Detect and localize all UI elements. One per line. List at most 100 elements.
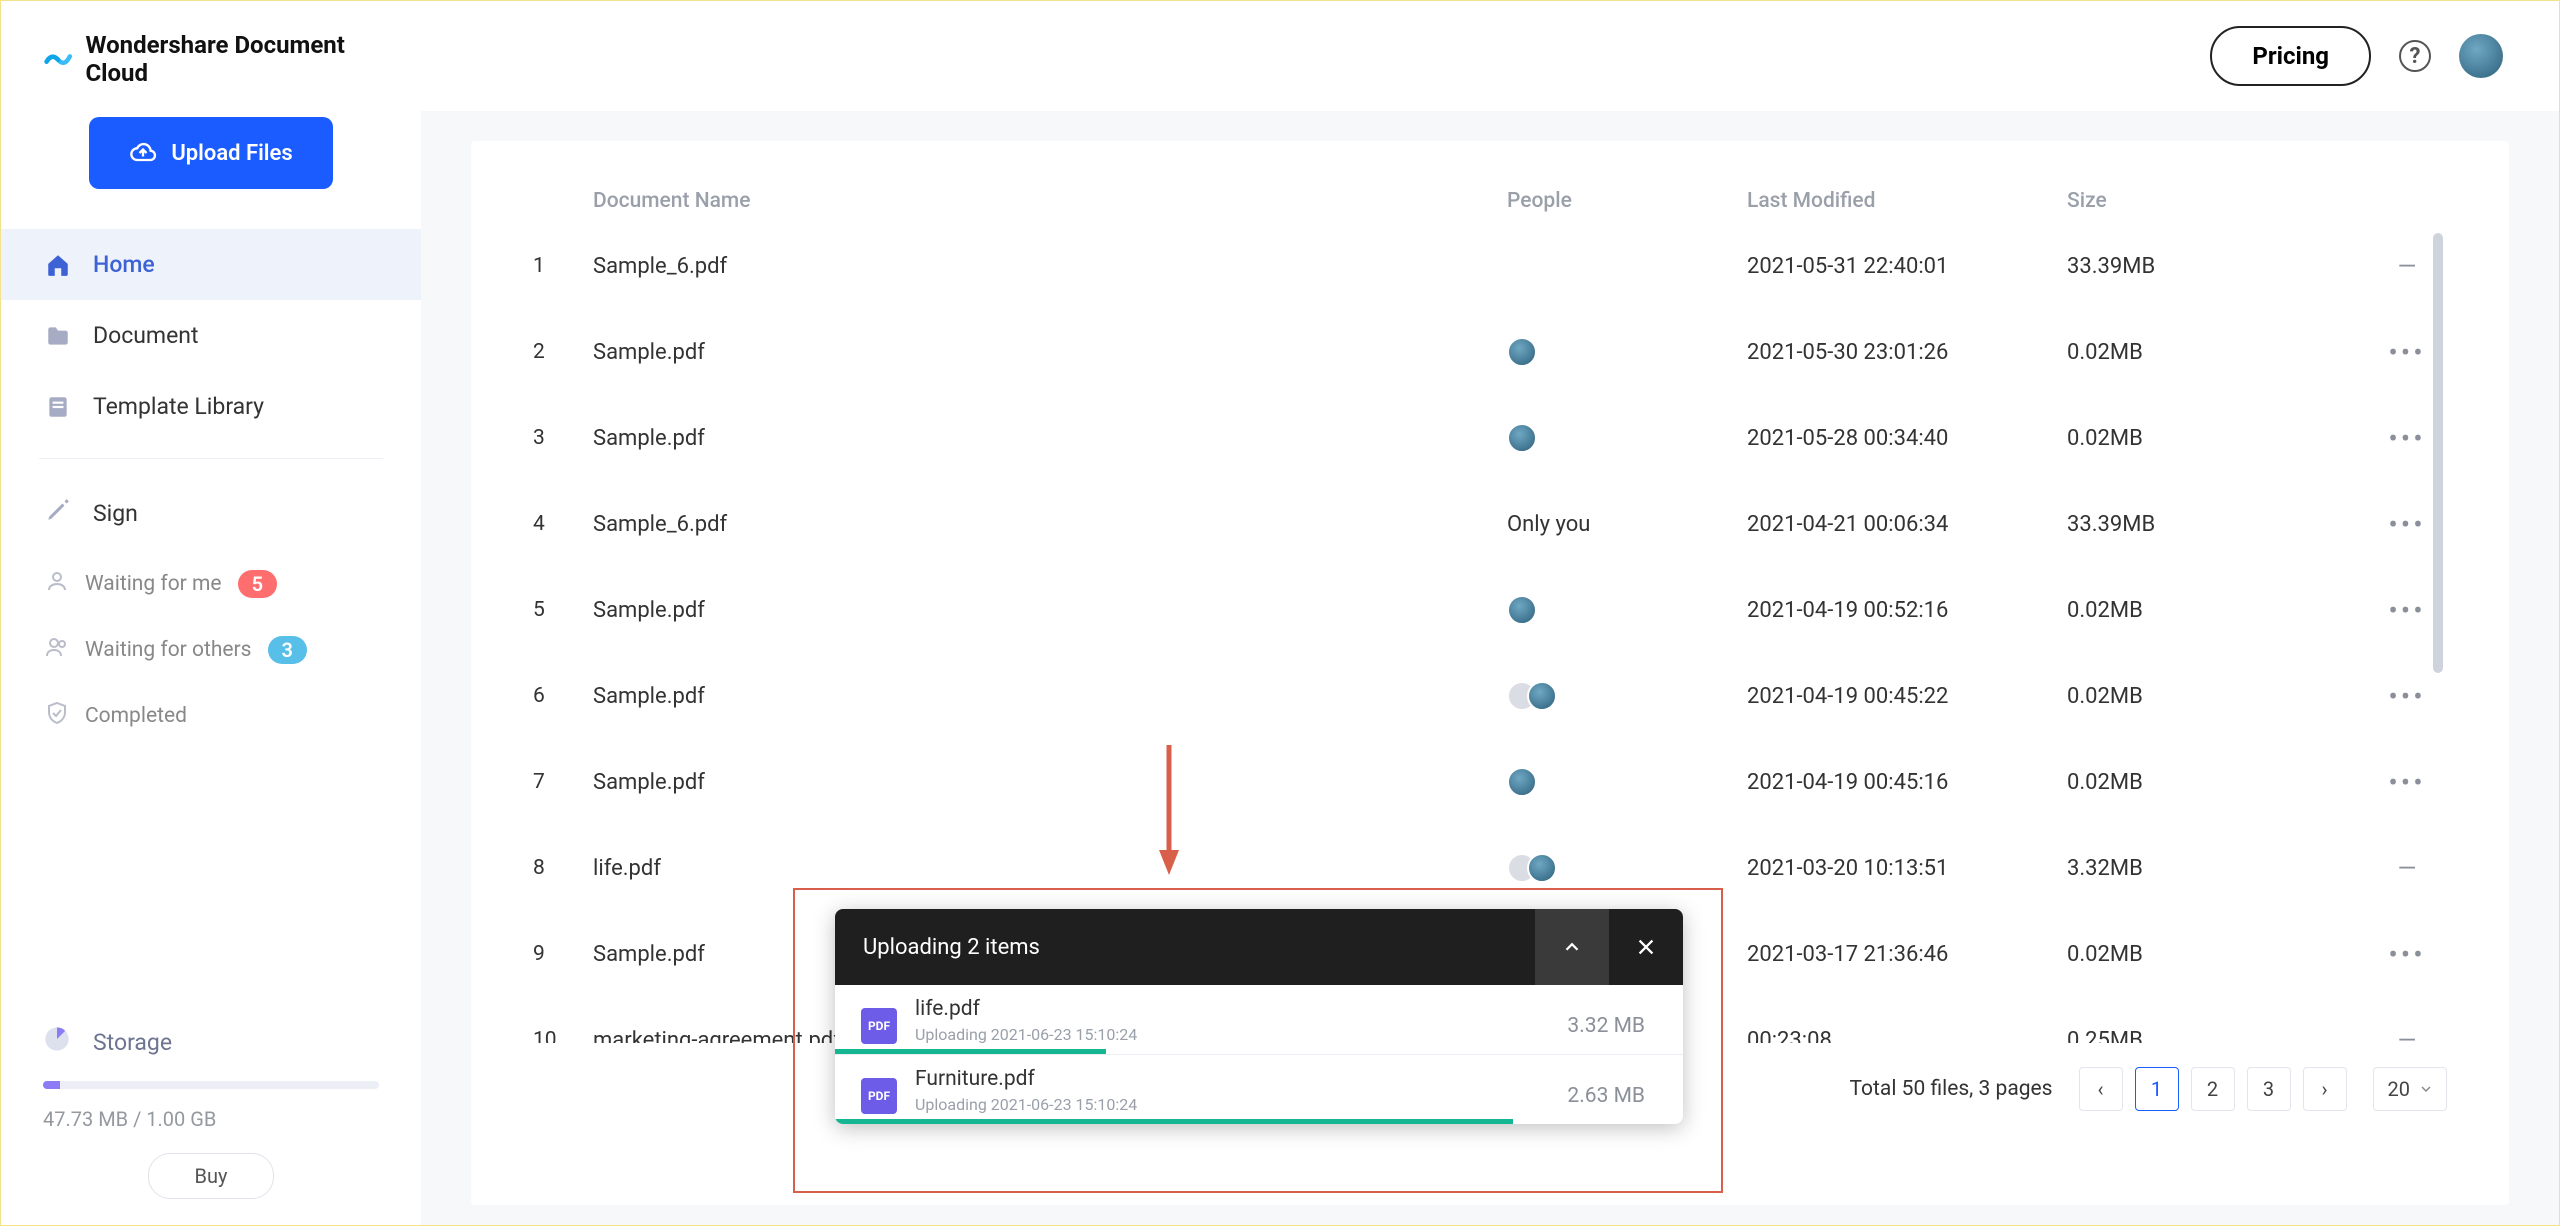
row-size: 0.02MB [2067, 426, 2367, 451]
row-size: 0.02MB [2067, 770, 2367, 795]
table-row[interactable]: 3Sample.pdf2021-05-28 00:34:400.02MB••• [533, 395, 2447, 481]
storage-bar [43, 1081, 379, 1089]
row-index: 8 [533, 856, 593, 880]
row-index: 7 [533, 770, 593, 794]
upload-toast-title: Uploading 2 items [863, 935, 1040, 960]
mini-avatar [1527, 853, 1557, 883]
row-modified: 2021-03-17 21:36:46 [1747, 942, 2067, 967]
table-row[interactable]: 8life.pdf2021-03-20 10:13:513.32MB— [533, 825, 2447, 911]
row-filename: Sample.pdf [593, 340, 1507, 365]
page-size-select[interactable]: 20 [2373, 1067, 2447, 1111]
nav-item-template-library[interactable]: Template Library [1, 371, 421, 442]
row-people [1507, 853, 1747, 883]
mini-avatar [1507, 595, 1537, 625]
storage-usage: 47.73 MB / 1.00 GB [43, 1107, 379, 1131]
nav-item-sign[interactable]: Sign [1, 475, 421, 551]
row-filename: Sample.pdf [593, 426, 1507, 451]
pagination-summary: Total 50 files, 3 pages [1850, 1077, 2053, 1101]
page-next[interactable]: › [2303, 1067, 2347, 1111]
row-filename: Sample.pdf [593, 770, 1507, 795]
row-size: 33.39MB [2067, 512, 2367, 537]
table-row[interactable]: 2Sample.pdf2021-05-30 23:01:260.02MB••• [533, 309, 2447, 395]
storage-label: Storage [93, 1029, 172, 1056]
page-number[interactable]: 3 [2247, 1067, 2291, 1111]
user-avatar[interactable] [2459, 34, 2503, 78]
col-last-modified: Last Modified [1747, 189, 2067, 213]
row-modified: 2021-05-28 00:34:40 [1747, 426, 2067, 451]
nav-item-document[interactable]: Document [1, 300, 421, 371]
row-more-actions[interactable]: ••• [2367, 938, 2447, 971]
pricing-button[interactable]: Pricing [2210, 26, 2371, 86]
row-index: 2 [533, 340, 593, 364]
row-size: 0.02MB [2067, 684, 2367, 709]
row-size: 3.32MB [2067, 856, 2367, 881]
row-modified: 2021-03-20 10:13:51 [1747, 856, 2067, 881]
upload-toast-minimize[interactable] [1535, 909, 1609, 985]
close-icon [1635, 936, 1657, 958]
row-modified: 2021-04-21 00:06:34 [1747, 512, 2067, 537]
nav-label: Template Library [93, 393, 264, 420]
row-people [1507, 595, 1747, 625]
user-icon [45, 569, 69, 599]
row-modified: 2021-05-31 22:40:01 [1747, 254, 2067, 279]
buy-label: Buy [195, 1164, 228, 1188]
row-filename: Sample.pdf [593, 598, 1507, 623]
table-row[interactable]: 4Sample_6.pdfOnly you2021-04-21 00:06:34… [533, 481, 2447, 567]
people-avatars [1507, 681, 1557, 711]
mini-avatar [1527, 681, 1557, 711]
row-modified: 2021-04-19 00:52:16 [1747, 598, 2067, 623]
nav-item-waiting-for-me[interactable]: Waiting for me 5 [1, 551, 421, 617]
sidebar: Wondershare Document Cloud Upload Files … [1, 1, 421, 1225]
page-number[interactable]: 1 [2135, 1067, 2179, 1111]
scrollbar[interactable] [2433, 233, 2443, 673]
col-people: People [1507, 189, 1747, 213]
users-icon [45, 635, 69, 665]
mini-avatar [1507, 423, 1537, 453]
waiting-others-badge: 3 [268, 636, 307, 664]
upload-label: Upload Files [171, 141, 292, 166]
nav-divider [39, 458, 383, 459]
upload-toast-close[interactable] [1609, 909, 1683, 985]
row-index: 6 [533, 684, 593, 708]
upload-file-name: life.pdf [915, 997, 1549, 1021]
upload-file-status: Uploading 2021-06-23 15:10:24 [915, 1095, 1549, 1114]
row-filename: Sample.pdf [593, 684, 1507, 709]
row-modified: 2021-05-30 23:01:26 [1747, 340, 2067, 365]
folder-icon [45, 323, 71, 349]
waiting-others-label: Waiting for others [85, 638, 252, 662]
page-prev[interactable]: ‹ [2079, 1067, 2123, 1111]
waiting-me-badge: 5 [238, 570, 277, 598]
help-icon[interactable]: ? [2399, 40, 2431, 72]
row-people [1507, 681, 1747, 711]
row-more-actions[interactable]: ••• [2367, 680, 2447, 713]
table-row[interactable]: 6Sample.pdf2021-04-19 00:45:220.02MB••• [533, 653, 2447, 739]
nav-label: Home [93, 251, 155, 278]
chevron-up-icon [1561, 936, 1583, 958]
upload-toast-header: Uploading 2 items [835, 909, 1683, 985]
row-filename: Sample_6.pdf [593, 254, 1507, 279]
people-only-you: Only you [1507, 512, 1590, 537]
row-index: 3 [533, 426, 593, 450]
sign-label: Sign [93, 500, 138, 527]
table-row[interactable]: 7Sample.pdf2021-04-19 00:45:160.02MB••• [533, 739, 2447, 825]
shield-check-icon [45, 701, 69, 731]
upload-files-button[interactable]: Upload Files [89, 117, 332, 189]
row-index: 1 [533, 254, 593, 278]
table-row[interactable]: 5Sample.pdf2021-04-19 00:52:160.02MB••• [533, 567, 2447, 653]
nav-label: Document [93, 322, 199, 349]
upload-item: PDFFurniture.pdfUploading 2021-06-23 15:… [835, 1054, 1683, 1124]
people-avatars [1507, 595, 1537, 625]
nav-item-completed[interactable]: Completed [1, 683, 421, 749]
pricing-label: Pricing [2252, 42, 2329, 70]
page-size-value: 20 [2388, 1077, 2410, 1101]
page-number[interactable]: 2 [2191, 1067, 2235, 1111]
row-filename: Sample_6.pdf [593, 512, 1507, 537]
buy-button[interactable]: Buy [148, 1153, 275, 1199]
row-more-actions[interactable]: ••• [2367, 766, 2447, 799]
upload-progress-bar [835, 1119, 1513, 1124]
table-row[interactable]: 1Sample_6.pdf2021-05-31 22:40:0133.39MB— [533, 223, 2447, 309]
row-no-actions: — [2367, 854, 2447, 882]
nav-item-waiting-for-others[interactable]: Waiting for others 3 [1, 617, 421, 683]
nav-item-home[interactable]: Home [1, 229, 421, 300]
row-no-actions: — [2367, 1026, 2447, 1043]
